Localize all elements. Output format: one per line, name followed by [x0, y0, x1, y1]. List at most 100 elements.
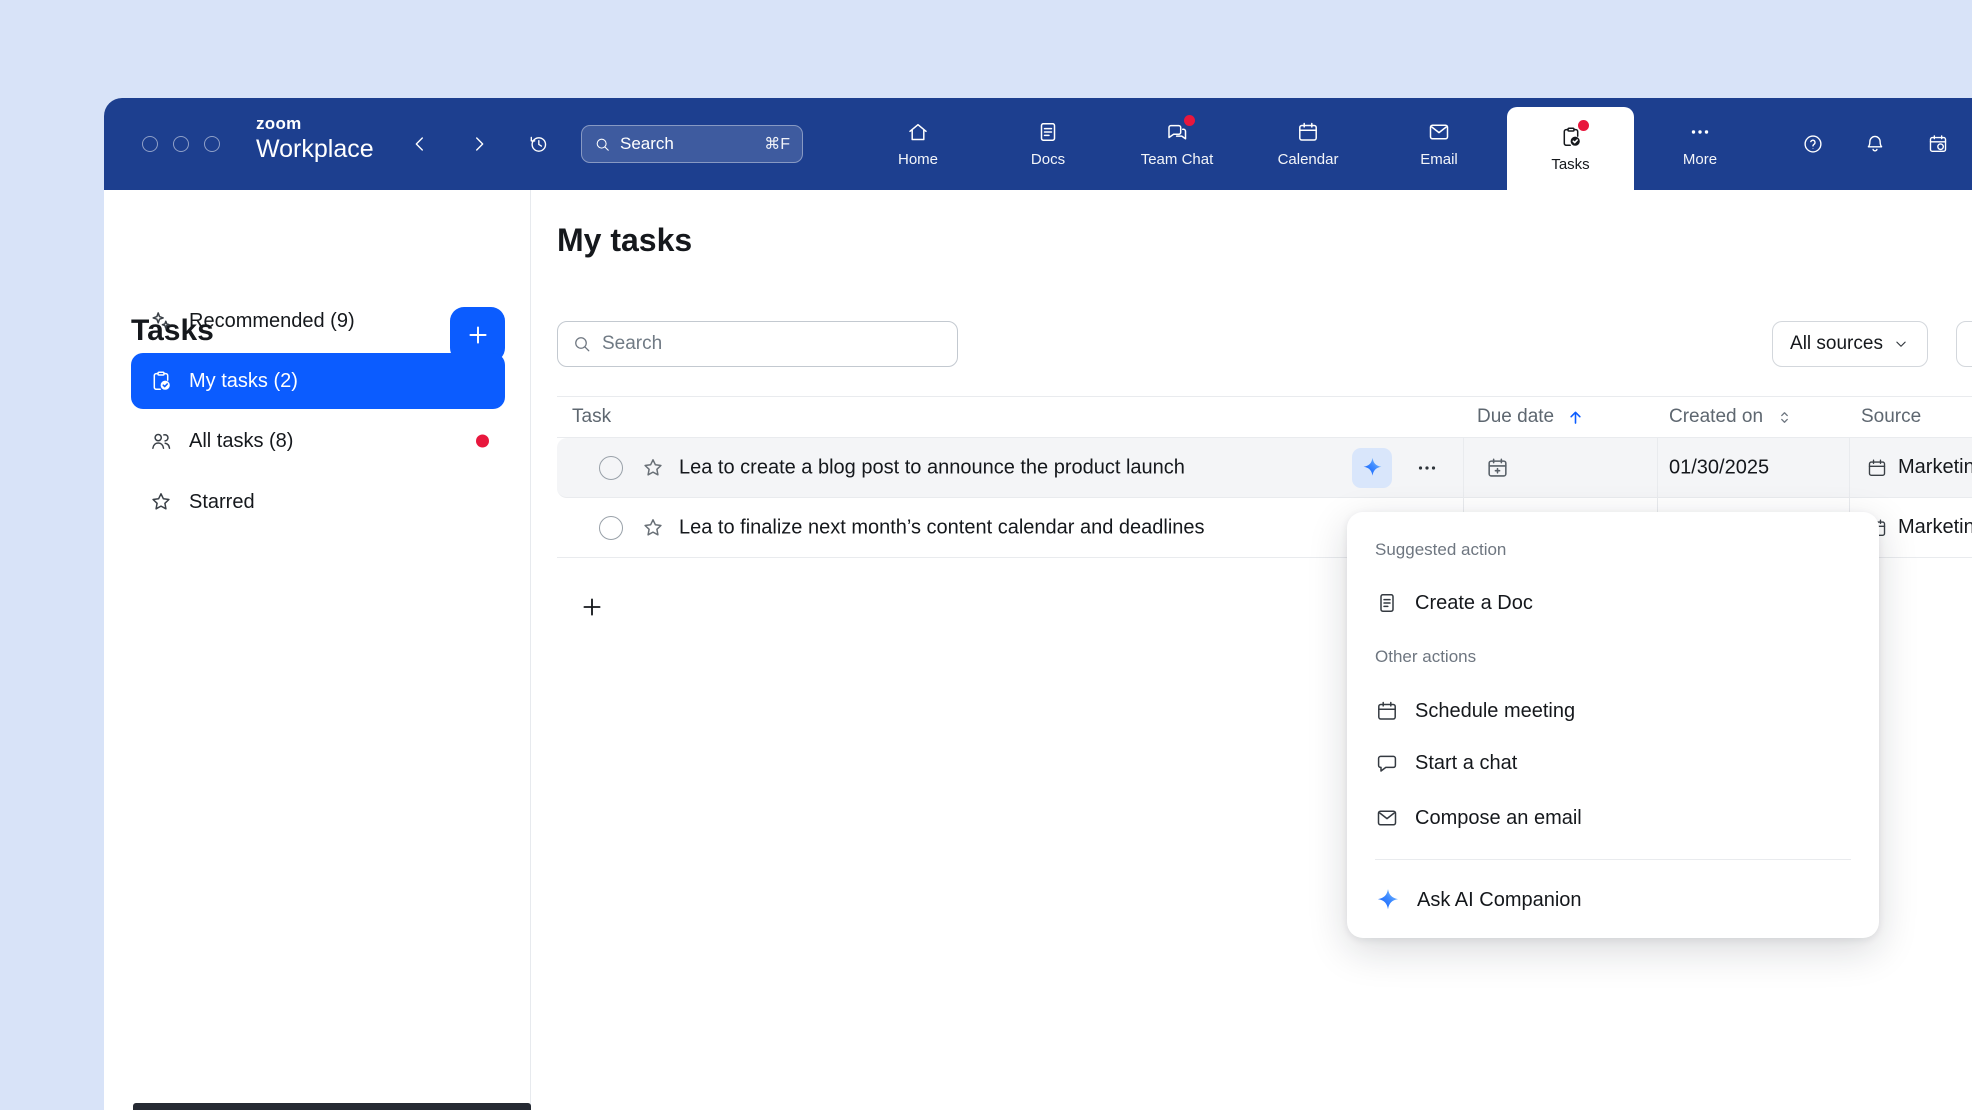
logo-workplace-text: Workplace: [256, 137, 374, 162]
task-title[interactable]: Lea to finalize next month’s content cal…: [679, 516, 1205, 539]
tasks-sidebar: Tasks Recommended (9) My: [104, 190, 531, 1110]
ai-companion-icon: [1375, 887, 1401, 913]
task-complete-radio[interactable]: [599, 456, 623, 480]
cell-divider: [1849, 438, 1850, 497]
tasks-icon: [1559, 125, 1583, 149]
add-due-date-icon[interactable]: [1485, 455, 1510, 480]
calendar-icon: [1375, 699, 1399, 723]
menu-item-ask-ai-companion[interactable]: Ask AI Companion: [1375, 883, 1851, 917]
task-source: Marketing: [1866, 498, 1972, 557]
nav-email-label: Email: [1420, 151, 1458, 168]
task-row[interactable]: Lea to create a blog post to announce th…: [557, 438, 1972, 498]
tasks-search-input[interactable]: [602, 333, 943, 355]
plus-icon: [579, 594, 605, 620]
sidebar-item-recommended[interactable]: Recommended (9): [131, 293, 505, 349]
global-search-field[interactable]: Search ⌘F: [581, 125, 803, 163]
star-icon[interactable]: [641, 516, 665, 540]
cell-divider: [1657, 438, 1658, 497]
task-actions-popup: Suggested action Create a Doc Other acti…: [1347, 512, 1879, 938]
tasks-notification-dot: [1578, 120, 1589, 131]
team-chat-notification-dot: [1184, 115, 1195, 126]
zoom-workplace-window: zoom Workplace Search ⌘F: [104, 98, 1972, 1110]
column-header-source[interactable]: Source: [1861, 406, 1921, 428]
search-icon: [594, 136, 611, 153]
people-icon: [149, 429, 173, 453]
menu-item-compose-an-email[interactable]: Compose an email: [1375, 801, 1851, 835]
nav-docs[interactable]: Docs: [993, 98, 1103, 190]
cell-divider: [1463, 438, 1464, 497]
nav-home-label: Home: [898, 151, 938, 168]
sidebar-item-label: My tasks (2): [189, 370, 298, 393]
docs-icon: [1036, 120, 1060, 144]
email-icon: [1375, 806, 1399, 830]
topbar: zoom Workplace Search ⌘F: [104, 98, 1972, 190]
menu-item-start-a-chat[interactable]: Start a chat: [1375, 746, 1851, 780]
sort-ascending-icon[interactable]: [1566, 408, 1585, 427]
sources-filter-value: All sources: [1790, 333, 1883, 355]
global-search-placeholder: Search: [620, 134, 674, 154]
notifications-button[interactable]: [1857, 126, 1893, 162]
sources-filter-dropdown[interactable]: All sources: [1772, 321, 1928, 367]
back-button[interactable]: [402, 126, 438, 162]
menu-item-schedule-meeting[interactable]: Schedule meeting: [1375, 694, 1851, 728]
sidebar-item-my-tasks[interactable]: My tasks (2): [131, 353, 505, 409]
calendar-icon: [1296, 120, 1320, 144]
forward-button[interactable]: [461, 126, 497, 162]
task-created-on: 01/30/2025: [1669, 456, 1769, 479]
tasks-check-icon: [149, 369, 173, 393]
desktop-background: zoom Workplace Search ⌘F: [0, 0, 1972, 1110]
tasks-search-field[interactable]: [557, 321, 958, 367]
bell-icon: [1864, 133, 1886, 155]
sort-toggle-icon[interactable]: [1775, 408, 1794, 427]
sidebar-item-label: Starred: [189, 491, 255, 514]
chevron-down-icon: [1892, 335, 1910, 353]
logo-zoom-text: zoom: [256, 115, 374, 132]
sparkles-icon: [149, 309, 173, 333]
nav-more-label: More: [1683, 151, 1717, 168]
upcoming-panel-button[interactable]: [1920, 126, 1956, 162]
column-header-due-date[interactable]: Due date: [1477, 406, 1585, 428]
search-shortcut-hint: ⌘F: [764, 134, 790, 154]
all-tasks-notification-dot: [476, 435, 489, 448]
clipped-filter-button[interactable]: [1956, 321, 1972, 367]
sidebar-item-all-tasks[interactable]: All tasks (8): [131, 413, 505, 469]
nav-more[interactable]: More: [1645, 98, 1755, 190]
history-button[interactable]: [520, 126, 556, 162]
task-title[interactable]: Lea to create a blog post to announce th…: [679, 456, 1185, 479]
window-close-button[interactable]: [142, 136, 158, 152]
ai-companion-icon: [1361, 456, 1384, 479]
column-header-created-on[interactable]: Created on: [1669, 406, 1794, 428]
row-more-actions-button[interactable]: [1409, 450, 1445, 486]
nav-home[interactable]: Home: [863, 98, 973, 190]
sidebar-item-label: Recommended (9): [189, 310, 355, 333]
menu-item-create-a-doc[interactable]: Create a Doc: [1375, 586, 1851, 620]
task-source-label: Marketing: [1898, 516, 1972, 539]
ai-companion-actions-button[interactable]: [1352, 448, 1392, 488]
nav-email[interactable]: Email: [1384, 98, 1494, 190]
history-clock-icon: [527, 133, 549, 155]
nav-tasks-active-tab[interactable]: Tasks: [1507, 107, 1634, 190]
nav-team-chat-label: Team Chat: [1141, 151, 1214, 168]
page-title: My tasks: [557, 222, 692, 259]
window-minimize-button[interactable]: [173, 136, 189, 152]
menu-item-label: Schedule meeting: [1415, 700, 1575, 723]
task-complete-radio[interactable]: [599, 516, 623, 540]
help-button[interactable]: [1795, 126, 1831, 162]
add-new-task-button[interactable]: [579, 594, 605, 620]
sidebar-item-starred[interactable]: Starred: [131, 474, 505, 530]
nav-team-chat[interactable]: Team Chat: [1122, 98, 1232, 190]
window-zoom-button[interactable]: [204, 136, 220, 152]
nav-calendar-label: Calendar: [1278, 151, 1339, 168]
chat-bubble-icon: [1375, 751, 1399, 775]
email-icon: [1427, 120, 1451, 144]
more-ellipsis-icon: [1688, 120, 1712, 144]
sidebar-item-label: All tasks (8): [189, 430, 293, 453]
nav-tasks-label: Tasks: [1551, 156, 1589, 173]
star-icon[interactable]: [641, 456, 665, 480]
menu-item-label: Start a chat: [1415, 752, 1517, 775]
column-header-task[interactable]: Task: [572, 406, 611, 428]
menu-item-label: Create a Doc: [1415, 592, 1533, 615]
help-icon: [1802, 133, 1824, 155]
zoom-workplace-logo: zoom Workplace: [256, 115, 374, 162]
nav-calendar[interactable]: Calendar: [1253, 98, 1363, 190]
